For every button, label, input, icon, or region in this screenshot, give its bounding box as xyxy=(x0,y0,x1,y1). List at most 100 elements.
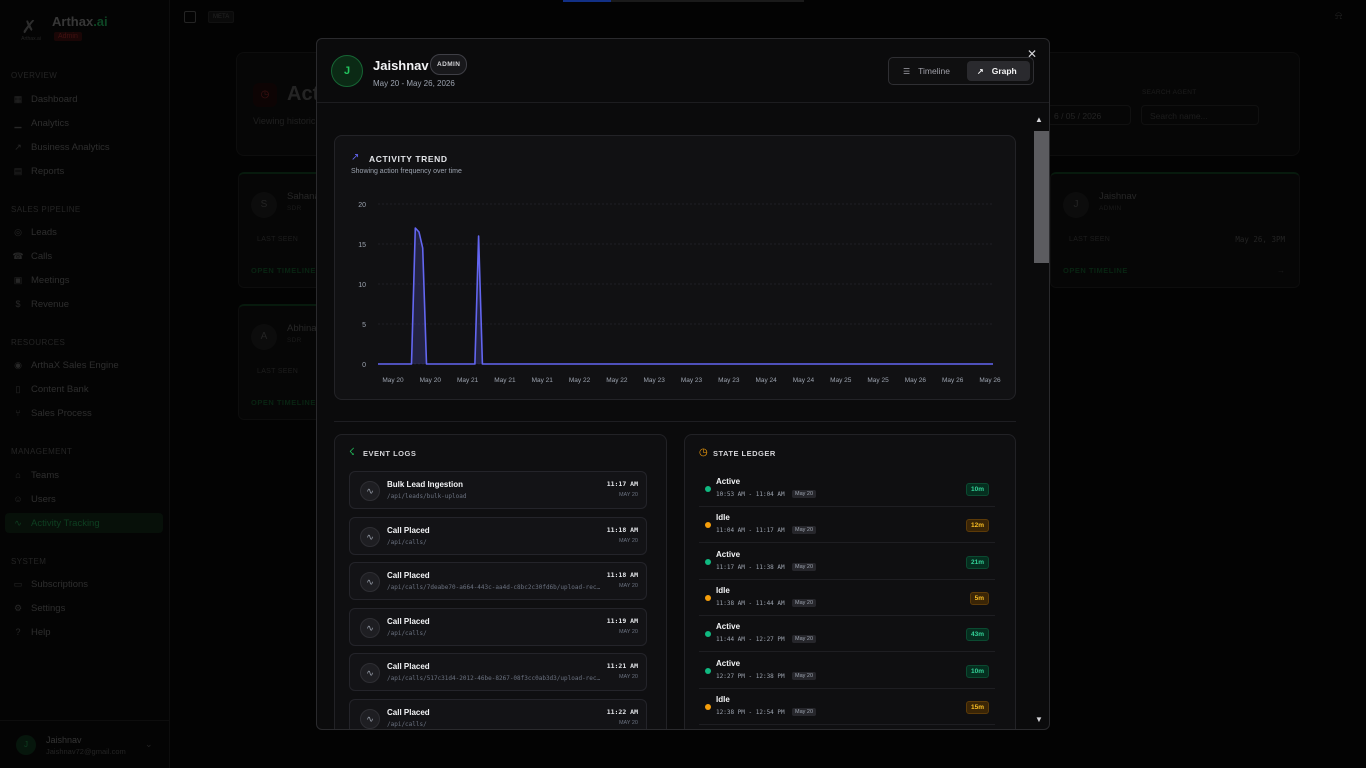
event-time: 11:18 AM xyxy=(606,571,638,579)
state-name: Idle xyxy=(716,513,730,523)
modal-body: ↗ ACTIVITY TREND Showing action frequenc… xyxy=(317,103,1031,729)
state-date-badge: May 20 xyxy=(792,707,817,716)
event-date: MAY 20 xyxy=(618,674,638,680)
modal-scrollbar[interactable]: ▲ ▼ xyxy=(1033,113,1049,729)
event-title: Call Placed xyxy=(387,707,430,717)
state-name: Active xyxy=(716,658,741,668)
event-title: Call Placed xyxy=(387,571,430,580)
duration-badge: 10m xyxy=(965,483,989,496)
state-ledger-title: STATE LEDGER xyxy=(713,449,776,458)
state-time-range: 11:44 AM - 12:27 PM xyxy=(716,636,785,644)
scroll-down-icon[interactable]: ▼ xyxy=(1035,715,1043,724)
state-date-badge: May 20 xyxy=(792,598,817,607)
activity-modal: J Jaishnav ADMIN May 20 - May 26, 2026 ☰… xyxy=(316,38,1050,730)
state-date-badge: May 20 xyxy=(792,490,817,498)
state-time-range: 11:38 AM - 11:44 AM xyxy=(716,599,785,607)
event-date: MAY 20 xyxy=(618,719,638,726)
x-tick-label: May 23 xyxy=(718,377,740,384)
state-time-range: 10:53 AM - 11:04 AM xyxy=(716,491,785,498)
x-tick-label: May 26 xyxy=(979,377,1001,384)
section-divider xyxy=(334,421,1016,422)
event-path: /api/calls/517c31d4-2012-46be-8267-08f3c… xyxy=(387,675,602,682)
event-time: 11:22 AM xyxy=(606,707,638,716)
event-log-item[interactable]: ∿ Bulk Lead Ingestion/api/leads/bulk-uplo… xyxy=(349,471,647,509)
event-date: MAY 20 xyxy=(618,537,638,544)
state-time-range: 11:17 AM - 11:38 AM xyxy=(716,563,785,571)
tab-timeline[interactable]: ☰ Timeline xyxy=(899,61,961,81)
x-tick-label: May 21 xyxy=(457,377,479,384)
bolt-icon: ☇ xyxy=(349,447,355,458)
activity-icon: ∿ xyxy=(360,617,380,638)
event-path: /api/leads/bulk-upload xyxy=(387,493,467,500)
event-title: Call Placed xyxy=(387,662,430,671)
event-log-item[interactable]: ∿ Call Placed/api/calls/11:18 AM MAY 20 xyxy=(349,516,647,555)
clock-icon: ◷ xyxy=(699,447,708,458)
state-ledger-item: Active 11:44 AM - 12:27 PM May 20 43m xyxy=(699,618,995,653)
event-log-item[interactable]: ∿ Call Placed/api/calls/11:22 AM MAY 20 xyxy=(349,698,647,729)
activity-icon: ∿ xyxy=(360,526,380,547)
event-title: Bulk Lead Ingestion xyxy=(387,480,464,489)
event-title: Call Placed xyxy=(387,616,430,626)
x-tick-label: May 24 xyxy=(755,377,777,384)
event-path: /api/calls/ xyxy=(387,538,427,546)
event-date: MAY 20 xyxy=(618,628,638,635)
date-range: May 20 - May 26, 2026 xyxy=(373,79,455,88)
status-dot xyxy=(705,486,711,492)
view-toggle: ☰ Timeline ↗ Graph xyxy=(888,57,1034,85)
y-tick-label: 20 xyxy=(358,202,366,209)
x-tick-label: May 25 xyxy=(867,377,889,384)
state-name: Active xyxy=(716,622,741,632)
x-tick-label: May 26 xyxy=(942,377,964,384)
event-path: /api/calls/ xyxy=(387,629,427,637)
state-ledger-item: Idle 11:38 AM - 11:44 AM May 20 5m xyxy=(699,582,995,616)
event-log-item[interactable]: ∿ Call Placed/api/calls/11:19 AM MAY 20 xyxy=(349,607,647,646)
modal-header: J Jaishnav ADMIN May 20 - May 26, 2026 ☰… xyxy=(317,39,1049,103)
status-dot xyxy=(705,522,711,529)
state-date-badge: May 20 xyxy=(792,526,817,535)
x-tick-label: May 25 xyxy=(830,377,852,384)
x-tick-label: May 22 xyxy=(606,377,628,384)
event-date: MAY 20 xyxy=(618,583,638,589)
state-date-badge: May 20 xyxy=(792,635,817,644)
duration-badge: 43m xyxy=(965,628,989,642)
x-tick-label: May 23 xyxy=(681,377,703,384)
event-log-item[interactable]: ∿ Call Placed/api/calls/7deabe70-a664-443… xyxy=(349,562,647,600)
y-tick-label: 0 xyxy=(362,362,366,369)
y-tick-label: 10 xyxy=(358,282,366,289)
scroll-thumb[interactable] xyxy=(1034,131,1049,263)
x-tick-label: May 22 xyxy=(569,377,591,384)
state-ledger-item: Active 10:53 AM - 11:04 AM May 20 10m xyxy=(699,473,995,507)
event-log-item[interactable]: ∿ Call Placed/api/calls/517c31d4-2012-46b… xyxy=(349,653,647,691)
state-date-badge: May 20 xyxy=(792,671,817,680)
list-icon: ☰ xyxy=(903,67,911,76)
y-tick-label: 5 xyxy=(362,322,366,329)
x-tick-label: May 21 xyxy=(494,377,516,384)
series-line xyxy=(378,227,993,365)
state-time-range: 12:38 PM - 12:54 PM xyxy=(716,708,785,716)
state-time-range: 12:27 PM - 12:38 PM xyxy=(716,672,785,680)
scroll-up-icon[interactable]: ▲ xyxy=(1035,115,1043,124)
activity-trend-chart: 0 5 10 15 20 May 20 May 20 May 21 May 21 May 21 Ma… xyxy=(358,202,1001,384)
x-tick-label: May 20 xyxy=(420,377,442,384)
modal-avatar: J xyxy=(331,55,363,87)
status-dot xyxy=(705,594,711,601)
event-date: MAY 20 xyxy=(618,492,638,498)
state-name: Idle xyxy=(716,694,730,704)
duration-badge: 15m xyxy=(965,700,989,714)
event-logs-panel: ☇ EVENT LOGS ∿ Bulk Lead Ingestion/api/le… xyxy=(334,434,667,729)
duration-badge: 10m xyxy=(965,664,989,678)
x-tick-label: May 20 xyxy=(382,377,404,384)
duration-badge: 12m xyxy=(965,519,989,533)
close-icon[interactable]: ✕ xyxy=(1026,48,1038,60)
state-name: Active xyxy=(716,477,741,486)
status-dot xyxy=(705,558,711,565)
chart-icon: ↗ xyxy=(977,67,984,76)
tab-graph[interactable]: ↗ Graph xyxy=(967,61,1030,81)
x-tick-label: May 26 xyxy=(905,377,927,384)
y-tick-label: 15 xyxy=(358,242,366,249)
event-path: /api/calls/ xyxy=(387,720,427,728)
state-ledger-item: Idle 11:04 AM - 11:17 AM May 20 12m xyxy=(699,509,995,544)
role-badge: ADMIN xyxy=(430,54,468,75)
app-root: ✗ Arthax.ai Arthax.ai Admin OVERVIEW ▦ Da… xyxy=(0,0,1366,768)
state-date-badge: May 20 xyxy=(792,562,817,571)
